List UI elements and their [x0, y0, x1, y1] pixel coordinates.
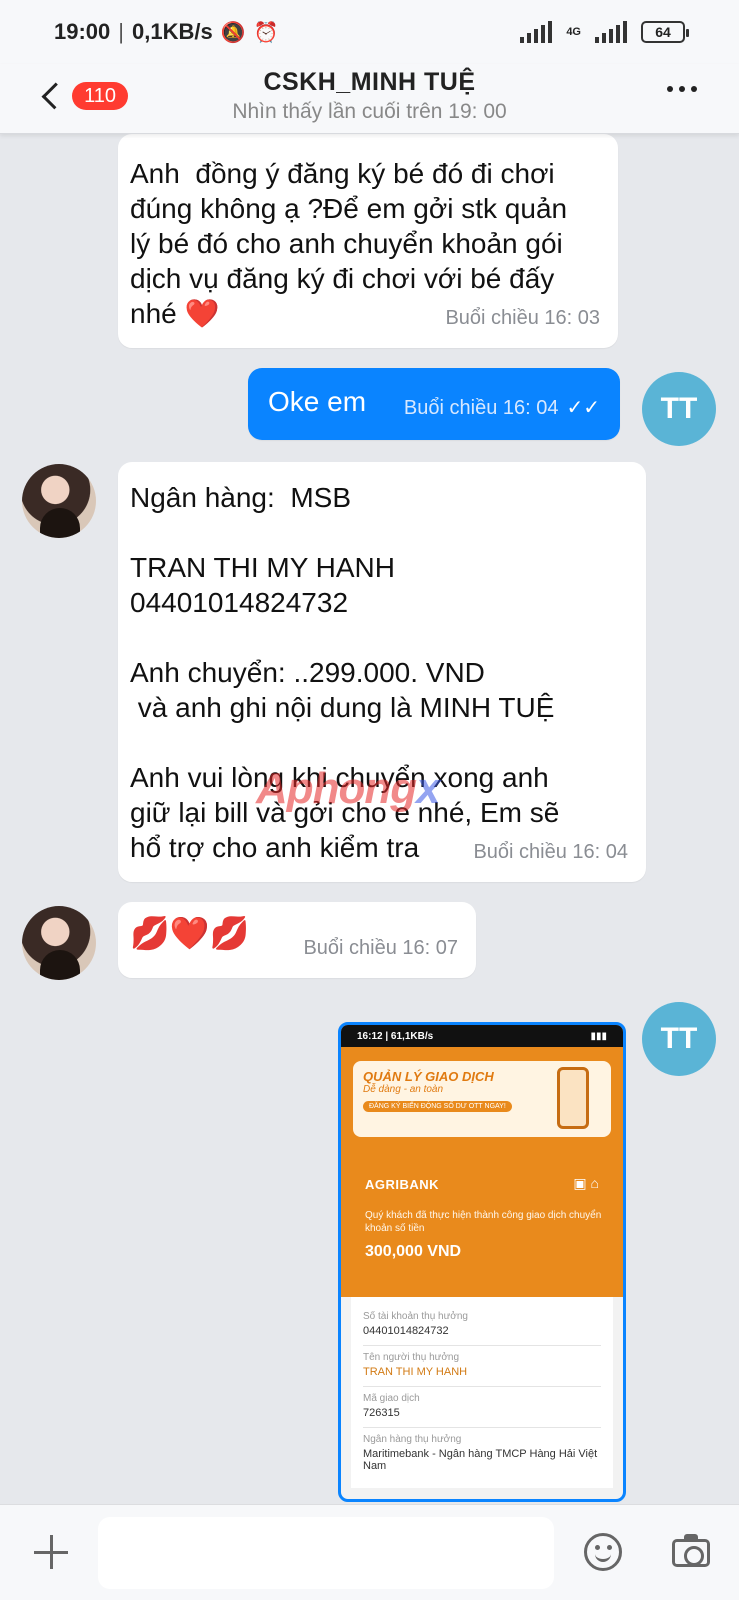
receipt-banner: QUẢN LÝ GIAO DỊCH Dễ dàng - an toàn ĐĂNG…	[353, 1061, 611, 1137]
banner-cta: ĐĂNG KÝ BIẾN ĐỘNG SỐ DƯ OTT NGAY!	[363, 1101, 512, 1112]
input-bar	[0, 1504, 739, 1600]
receipt-row: Ngân hàng thụ hưởng Maritimebank - Ngân …	[363, 1428, 601, 1480]
receipt-row: Tên người thụ hưởng TRAN THI MY HANH	[363, 1346, 601, 1387]
watermark: Aphongx	[256, 764, 441, 814]
more-options-button[interactable]	[667, 86, 697, 92]
mute-icon: 🔕	[220, 21, 246, 44]
status-separator: |	[118, 19, 124, 44]
status-left: 19:00 | 0,1KB/s 🔕 ⏰	[54, 19, 279, 45]
receipt-status-bar: 16:12 | 61,1KB/s ▮▮▮	[341, 1025, 623, 1047]
status-speed: 0,1KB/s	[132, 19, 213, 44]
receipt-row: Mã giao dịch 726315	[363, 1387, 601, 1428]
last-seen: Nhìn thấy lần cuối trên 19: 00	[232, 100, 507, 123]
message-bubble[interactable]: 💋❤️💋 Buổi chiều 16: 07	[118, 902, 476, 978]
receipt-value: Maritimebank - Ngân hàng TMCP Hàng Hải V…	[363, 1448, 598, 1472]
emoji-button[interactable]	[584, 1533, 622, 1571]
bank-logo: AGRIBANK	[365, 1177, 440, 1192]
avatar-initials: TT	[660, 1022, 698, 1055]
home-icon: ▣ ⌂	[573, 1175, 599, 1191]
message-input[interactable]	[98, 1517, 554, 1589]
camera-button[interactable]	[672, 1534, 710, 1567]
watermark-part2: x	[416, 764, 441, 813]
more-dot-icon	[691, 86, 697, 92]
my-avatar[interactable]: TT	[642, 372, 716, 446]
message-time-label: Buổi chiều 16: 04	[403, 397, 559, 419]
receipt-header: QUẢN LÝ GIAO DỊCH Dễ dàng - an toàn ĐĂNG…	[341, 1047, 623, 1297]
message-bubble[interactable]: Ngân hàng: MSB TRAN THI MY HANH 04401014…	[118, 462, 646, 882]
receipt-label: Mã giao dịch	[363, 1393, 420, 1404]
message-text: Oke em	[268, 386, 367, 417]
message-bubble-mine[interactable]: Oke em Buổi chiều 16: 04 ✓✓	[248, 368, 620, 440]
receipt-label: Tên người thụ hưởng	[363, 1352, 460, 1363]
message-time: Buổi chiều 16: 04 ✓✓	[404, 391, 600, 426]
receipt-battery-icon: ▮▮▮	[590, 1030, 607, 1042]
receipt-status-time: 16:12 | 61,1KB/s	[357, 1030, 434, 1042]
network-label: 4G	[566, 26, 581, 38]
more-dot-icon	[667, 86, 673, 92]
add-attachment-button[interactable]	[34, 1535, 68, 1569]
watermark-part1: Aphong	[256, 764, 417, 813]
receipt-value: 04401014824732	[363, 1325, 449, 1337]
receipt-message: Quý khách đã thực hiện thành công giao d…	[365, 1210, 602, 1234]
image-message[interactable]: 16:12 | 61,1KB/s ▮▮▮ QUẢN LÝ GIAO DỊCH D…	[338, 1022, 626, 1502]
receipt-row: Số tài khoản thụ hưởng 04401014824732	[363, 1305, 601, 1346]
avatar-initials: TT	[660, 392, 698, 425]
message-emoji: 💋❤️💋	[130, 915, 250, 951]
receipt-amount: 300,000 VND	[365, 1243, 462, 1260]
chat-header: 110 CSKH_MINH TUỆ Nhìn thấy lần cuối trê…	[0, 64, 739, 134]
signal-icon	[520, 21, 553, 43]
my-avatar[interactable]: TT	[642, 1002, 716, 1076]
battery-icon: 64	[641, 21, 689, 43]
status-time: 19:00	[54, 19, 111, 44]
contact-avatar[interactable]	[22, 464, 96, 538]
double-check-icon: ✓✓	[566, 397, 600, 419]
contact-avatar[interactable]	[22, 906, 96, 980]
contact-name[interactable]: CSKH_MINH TUỆ	[0, 68, 739, 97]
status-bar: 19:00 | 0,1KB/s 🔕 ⏰ 4G 64	[0, 0, 739, 64]
message-bubble[interactable]: Anh đồng ý đăng ký bé đó đi chơi đúng kh…	[118, 134, 618, 348]
network-4g-icon: 4G	[566, 26, 581, 38]
message-time: Buổi chiều 16: 04	[473, 841, 628, 863]
receipt-label: Ngân hàng thụ hưởng	[363, 1434, 462, 1445]
more-dot-icon	[679, 86, 685, 92]
signal-2-icon	[595, 21, 627, 43]
receipt-body: Số tài khoản thụ hưởng 04401014824732 Tê…	[351, 1297, 613, 1488]
battery-level: 64	[655, 24, 671, 40]
alarm-icon: ⏰	[253, 21, 279, 44]
message-time: Buổi chiều 16: 07	[303, 937, 458, 959]
phone-illustration-icon	[557, 1067, 589, 1129]
receipt-label: Số tài khoản thụ hưởng	[363, 1311, 468, 1322]
message-time: Buổi chiều 16: 03	[445, 307, 600, 329]
receipt-value: 726315	[363, 1407, 400, 1419]
receipt-value: TRAN THI MY HANH	[363, 1366, 468, 1378]
status-right: 4G 64	[520, 21, 689, 43]
